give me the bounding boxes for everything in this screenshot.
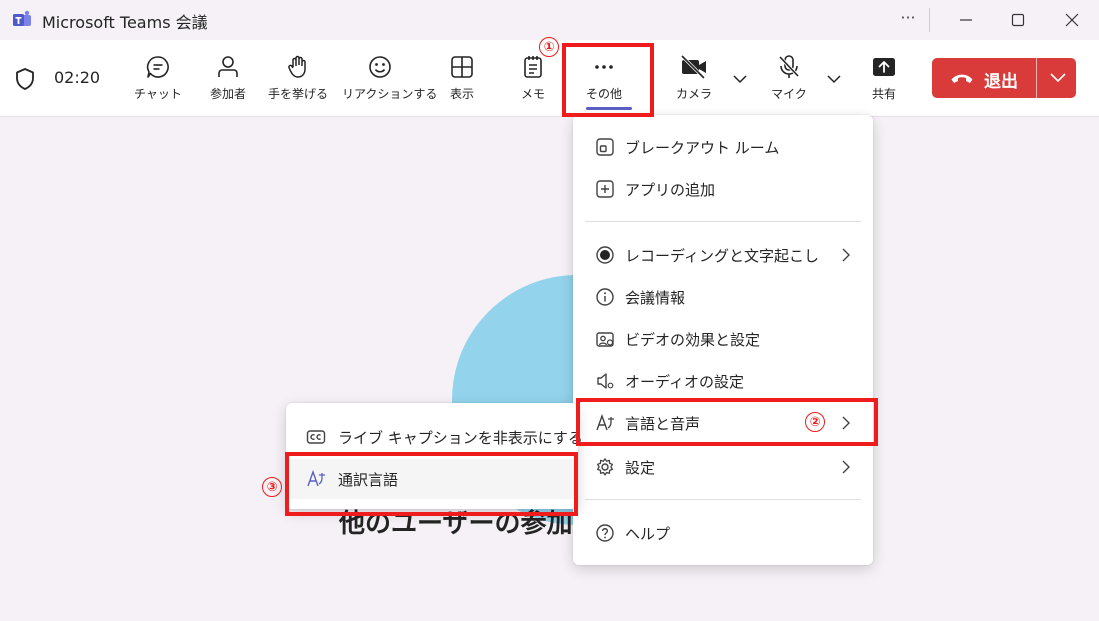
maximize-icon[interactable] xyxy=(1004,6,1032,34)
menu-divider xyxy=(585,221,861,222)
raise-hand-button[interactable]: 手を挙げる xyxy=(260,50,336,112)
menu-item-settings[interactable]: 設定 xyxy=(573,447,873,487)
menu-item-label: ライブ キャプションを非表示にする xyxy=(338,429,583,447)
menu-item-label: アプリの追加 xyxy=(625,181,716,199)
menu-item-breakout-rooms[interactable]: ブレークアウト ルーム xyxy=(573,127,873,167)
menu-item-add-app[interactable]: アプリの追加 xyxy=(573,169,873,209)
gear-icon xyxy=(596,458,614,476)
view-grid-icon xyxy=(451,56,473,78)
mic-button[interactable]: マイク xyxy=(751,50,827,112)
chevron-right-icon xyxy=(842,460,850,474)
menu-item-meeting-info[interactable]: 会議情報 xyxy=(573,277,873,317)
minimize-icon[interactable] xyxy=(952,6,980,34)
menu-item-recording[interactable]: レコーディングと文字起こし xyxy=(573,235,873,275)
camera-options-chevron-down-icon[interactable] xyxy=(732,73,748,85)
window-title: Microsoft Teams 会議 xyxy=(42,13,208,32)
chat-label: チャット xyxy=(134,87,182,101)
camera-off-icon xyxy=(680,54,706,80)
react-label: リアクションする xyxy=(342,87,438,101)
more-menu: ブレークアウト ルーム アプリの追加 レコーディングと文字起こし 会議情報 ビデ… xyxy=(573,115,873,565)
view-button[interactable]: 表示 xyxy=(424,50,500,112)
participants-button[interactable]: 参加者 xyxy=(190,50,266,112)
breakout-rooms-icon xyxy=(596,138,614,156)
chevron-down-icon xyxy=(1050,73,1066,83)
menu-divider xyxy=(585,499,861,500)
window-more-icon[interactable]: ··· xyxy=(896,6,920,30)
chat-button[interactable]: チャット xyxy=(120,50,196,112)
add-app-icon xyxy=(596,180,614,198)
menu-item-label: オーディオの設定 xyxy=(625,373,744,391)
notes-button[interactable]: メモ xyxy=(495,50,571,112)
highlight-interpretation-language xyxy=(285,452,578,516)
menu-item-label: 会議情報 xyxy=(625,289,686,307)
menu-item-label: ビデオの効果と設定 xyxy=(625,331,761,349)
menu-item-label: ヘルプ xyxy=(625,525,671,543)
menu-item-label: 設定 xyxy=(625,459,656,477)
leave-options-button[interactable] xyxy=(1038,58,1076,98)
menu-item-audio-settings[interactable]: オーディオの設定 xyxy=(573,361,873,401)
step-1-badge: ① xyxy=(539,37,559,57)
leave-divider xyxy=(1036,58,1037,98)
leave-button[interactable]: 退出 xyxy=(932,58,1036,98)
title-divider xyxy=(929,8,930,32)
teams-logo-icon xyxy=(13,10,31,26)
highlight-language-speech xyxy=(576,398,878,446)
menu-item-video-effects[interactable]: ビデオの効果と設定 xyxy=(573,319,873,359)
react-button[interactable]: リアクションする xyxy=(342,50,438,112)
mic-label: マイク xyxy=(771,87,807,101)
participants-label: 参加者 xyxy=(209,87,246,101)
menu-item-help[interactable]: ヘルプ xyxy=(573,513,873,553)
mic-options-chevron-down-icon[interactable] xyxy=(826,73,842,85)
share-label: 共有 xyxy=(871,87,896,101)
hang-up-icon xyxy=(951,74,973,83)
chevron-right-icon xyxy=(842,248,850,262)
menu-item-hide-live-captions[interactable]: ライブ キャプションを非表示にする xyxy=(286,417,583,457)
step-3-badge: ③ xyxy=(262,477,282,497)
mic-off-icon xyxy=(778,55,800,78)
highlight-more-button xyxy=(562,43,654,117)
share-button[interactable]: 共有 xyxy=(846,50,922,112)
notes-icon xyxy=(524,56,542,78)
closed-caption-icon xyxy=(306,430,326,444)
notes-label: メモ xyxy=(520,87,545,101)
camera-label: カメラ xyxy=(675,87,712,101)
leave-button-group: 退出 xyxy=(932,58,1076,98)
emoji-icon xyxy=(369,56,391,78)
raise-hand-label: 手を挙げる xyxy=(267,87,328,101)
meeting-timer: 02:20 xyxy=(54,68,101,87)
view-label: 表示 xyxy=(449,87,474,101)
raise-hand-icon xyxy=(288,55,306,78)
chat-icon xyxy=(146,56,169,78)
speaker-settings-icon xyxy=(597,373,614,389)
menu-item-label: ブレークアウト ルーム xyxy=(625,139,780,157)
step-2-badge: ② xyxy=(805,412,825,432)
close-icon[interactable] xyxy=(1058,6,1086,34)
title-bar: Microsoft Teams 会議 ··· xyxy=(0,0,1099,40)
people-icon xyxy=(218,56,238,77)
shield-icon[interactable] xyxy=(14,67,36,91)
video-effects-icon xyxy=(596,332,614,347)
info-icon xyxy=(596,288,614,306)
share-icon xyxy=(873,58,895,76)
record-icon xyxy=(596,246,614,264)
camera-button[interactable]: カメラ xyxy=(656,50,732,112)
leave-label: 退出 xyxy=(984,72,1018,92)
menu-item-label: レコーディングと文字起こし xyxy=(625,247,819,265)
help-icon xyxy=(596,524,614,542)
